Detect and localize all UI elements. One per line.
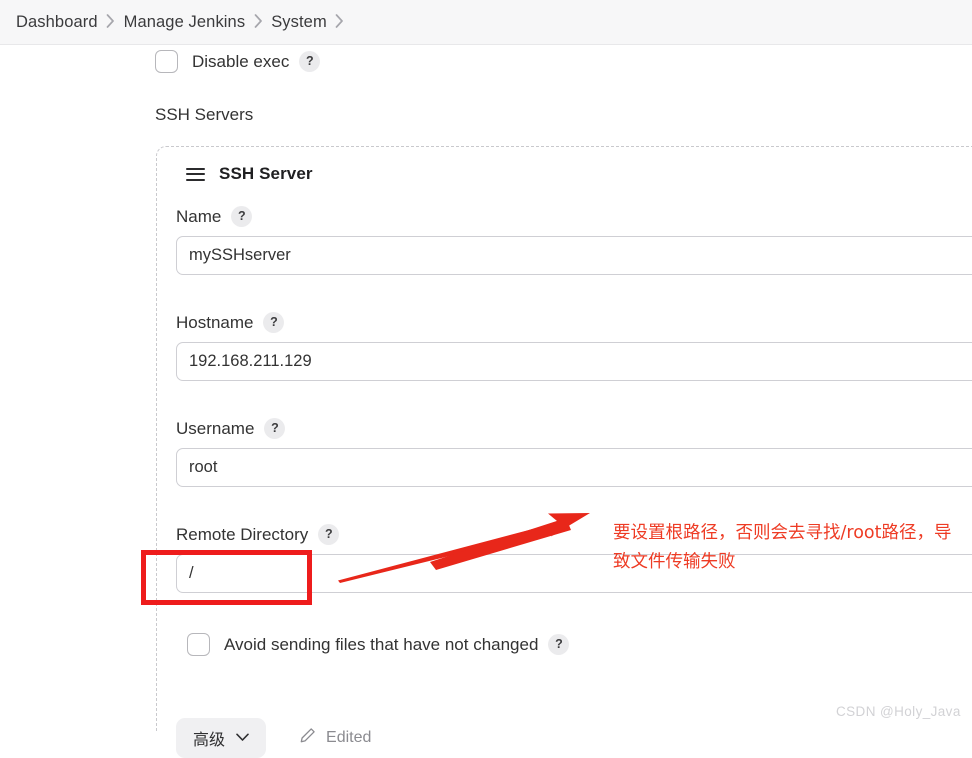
field-remote-directory: Remote Directory ?	[176, 524, 972, 593]
advanced-row: 高级 Edited	[176, 718, 371, 758]
field-username-label-text: Username	[176, 418, 255, 438]
drag-handle-icon[interactable]	[186, 167, 205, 181]
chevron-down-icon	[236, 729, 249, 747]
field-hostname-label: Hostname ?	[176, 312, 972, 333]
username-input[interactable]	[176, 448, 972, 487]
name-input[interactable]	[176, 236, 972, 275]
avoid-sending-row[interactable]: Avoid sending files that have not change…	[187, 633, 570, 656]
ssh-server-header: SSH Server	[186, 164, 313, 184]
system-config-page: Disable exec ? SSH Servers SSH Server Na…	[0, 45, 972, 758]
field-name: Name ?	[176, 206, 972, 275]
pencil-icon	[299, 727, 316, 749]
help-icon[interactable]: ?	[264, 418, 286, 439]
disable-exec-label: Disable exec	[192, 51, 290, 71]
field-hostname: Hostname ?	[176, 312, 972, 381]
help-icon[interactable]: ?	[548, 634, 570, 655]
field-name-label-text: Name	[176, 206, 222, 226]
breadcrumb-item-dashboard[interactable]: Dashboard	[16, 13, 98, 32]
field-hostname-label-text: Hostname	[176, 312, 254, 332]
field-name-label: Name ?	[176, 206, 972, 227]
avoid-sending-checkbox[interactable]	[187, 633, 210, 656]
field-username-label: Username ?	[176, 418, 972, 439]
help-icon[interactable]: ?	[231, 206, 253, 227]
breadcrumb-item-system[interactable]: System	[271, 13, 327, 32]
help-icon[interactable]: ?	[263, 312, 285, 333]
ssh-servers-heading: SSH Servers	[155, 105, 254, 124]
hostname-input[interactable]	[176, 342, 972, 381]
help-icon[interactable]: ?	[299, 51, 321, 72]
avoid-sending-label: Avoid sending files that have not change…	[224, 634, 539, 654]
remote-directory-input[interactable]	[176, 554, 972, 593]
advanced-button[interactable]: 高级	[176, 718, 267, 758]
ssh-server-title: SSH Server	[219, 164, 313, 183]
field-username: Username ?	[176, 418, 972, 487]
help-icon[interactable]: ?	[318, 524, 340, 545]
chevron-right-icon	[327, 14, 353, 28]
breadcrumb: Dashboard Manage Jenkins System	[0, 0, 972, 45]
breadcrumb-item-manage-jenkins[interactable]: Manage Jenkins	[124, 13, 246, 32]
chevron-right-icon	[98, 14, 124, 28]
field-remote-directory-label: Remote Directory ?	[176, 524, 972, 545]
chevron-right-icon	[245, 14, 271, 28]
edited-label: Edited	[326, 729, 372, 746]
disable-exec-row[interactable]: Disable exec ?	[155, 50, 321, 73]
edited-status: Edited	[299, 727, 371, 749]
disable-exec-checkbox[interactable]	[155, 50, 178, 73]
ssh-server-block: SSH Server Name ? Hostname ? Username ?	[156, 146, 972, 758]
field-remote-directory-label-text: Remote Directory	[176, 524, 309, 544]
advanced-button-label: 高级	[193, 732, 226, 749]
